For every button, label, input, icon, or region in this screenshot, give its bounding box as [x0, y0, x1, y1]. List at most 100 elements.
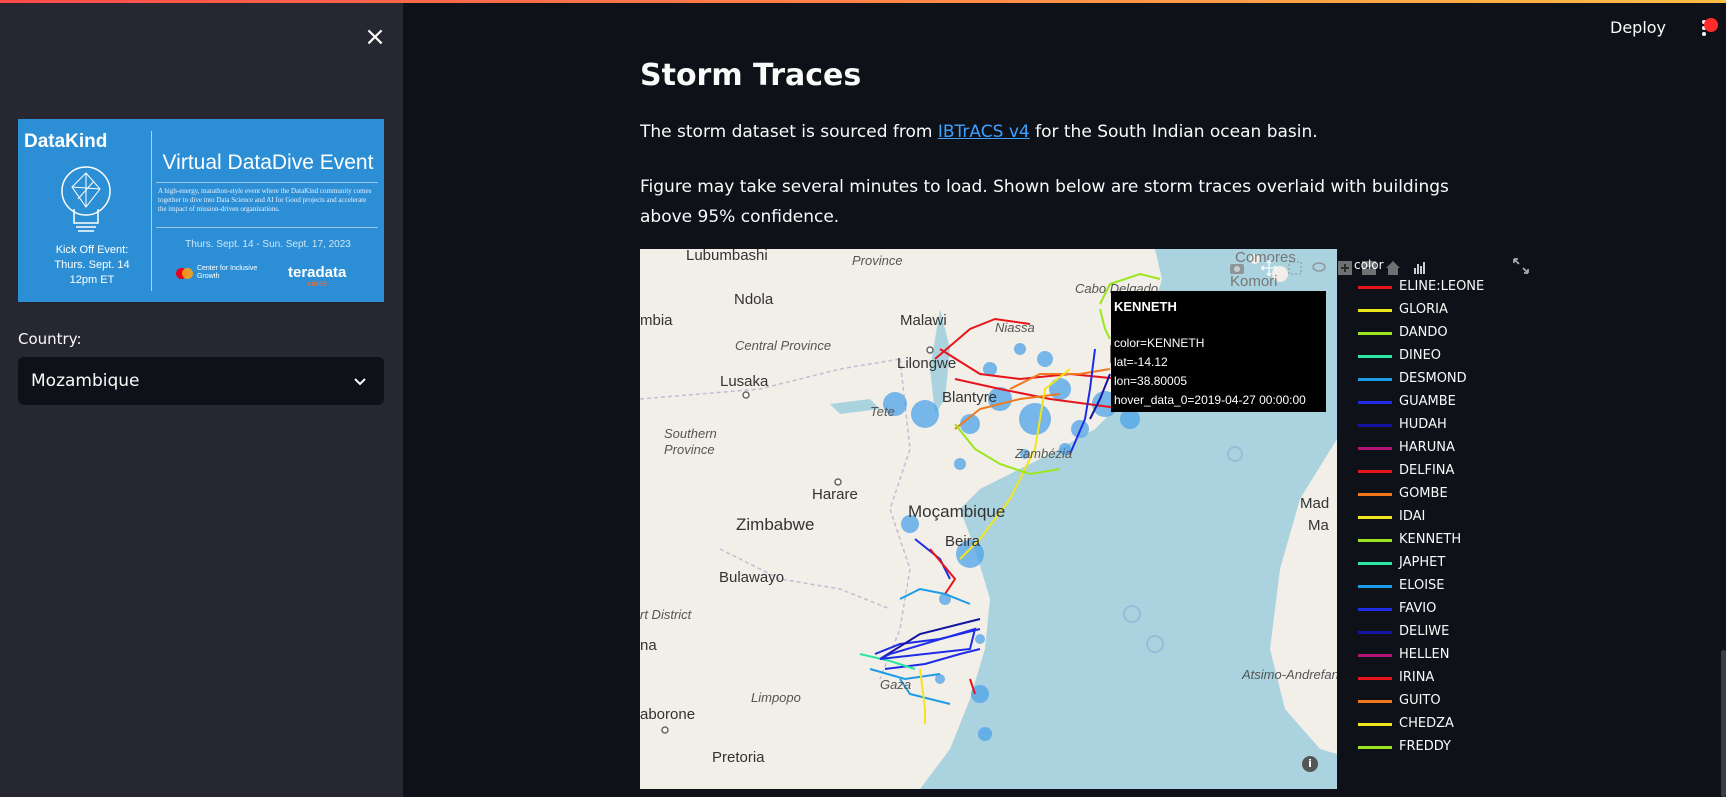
- country-select[interactable]: Mozambique: [18, 357, 384, 405]
- legend-swatch: [1358, 539, 1392, 542]
- place-label: Lubumbashi: [686, 249, 768, 264]
- place-label: Southern: [664, 426, 717, 441]
- legend-swatch: [1358, 493, 1392, 496]
- legend-item[interactable]: GOMBE: [1355, 485, 1515, 505]
- legend-label: DESMOND: [1399, 371, 1467, 386]
- legend-item[interactable]: HELLEN: [1355, 646, 1515, 666]
- legend-item[interactable]: CHEDZA: [1355, 715, 1515, 735]
- legend-item[interactable]: DELIWE: [1355, 623, 1515, 643]
- legend-label: HELLEN: [1399, 647, 1450, 662]
- lasso-select-icon[interactable]: [1311, 260, 1327, 276]
- legend-item[interactable]: JAPHET: [1355, 554, 1515, 574]
- reset-home-icon[interactable]: [1385, 260, 1401, 276]
- place-label: Lilongwe: [897, 355, 957, 372]
- legend-swatch: [1358, 470, 1392, 473]
- legend-label: DINEO: [1399, 348, 1442, 363]
- legend-item[interactable]: GUITO: [1355, 692, 1515, 712]
- legend-item[interactable]: KENNETH: [1355, 531, 1515, 551]
- legend-item[interactable]: GUAMBE: [1355, 393, 1515, 413]
- legend-item[interactable]: ELINE:LEONE: [1355, 278, 1515, 298]
- chevron-down-icon: [354, 378, 366, 386]
- legend-label: IDAI: [1399, 509, 1426, 524]
- place-label: Central Province: [735, 338, 832, 353]
- place-label: Atsimo-Andrefan: [1242, 667, 1337, 682]
- legend-swatch: [1358, 447, 1392, 450]
- place-label: rt District: [640, 607, 692, 622]
- place-label: Lusaka: [720, 373, 769, 390]
- banner-dates: Thurs. Sept. 14 - Sun. Sept. 17, 2023: [185, 239, 351, 250]
- camera-icon[interactable]: [1229, 260, 1245, 276]
- place-label: Tete: [870, 404, 895, 419]
- legend-item[interactable]: DELFINA: [1355, 462, 1515, 482]
- sponsor-teradata-logo: teradata cares: [288, 264, 346, 288]
- sidebar: × DataKind Kick Off Event: Thurs. Sept. …: [0, 3, 403, 797]
- map-attribution-info-icon[interactable]: i: [1302, 756, 1318, 772]
- legend-label: GLORIA: [1399, 302, 1448, 317]
- legend-label: GOMBE: [1399, 486, 1448, 501]
- kickoff-line1: Kick Off Event:: [55, 244, 129, 256]
- sponsor-mastercard-logo: Center for Inclusive Growth: [176, 265, 267, 281]
- legend-item[interactable]: FREDDY: [1355, 738, 1515, 758]
- place-label: na: [640, 637, 657, 654]
- legend-item[interactable]: GLORIA: [1355, 301, 1515, 321]
- legend-item[interactable]: HUDAH: [1355, 416, 1515, 436]
- box-select-icon[interactable]: [1287, 260, 1303, 276]
- sponsor1-label: Center for Inclusive Growth: [196, 265, 258, 280]
- legend-label: JAPHET: [1399, 555, 1446, 570]
- kickoff-line3: 12pm ET: [69, 274, 115, 286]
- place-label: Pretoria: [712, 749, 765, 766]
- plotly-logo-icon[interactable]: [1412, 260, 1428, 276]
- place-label: Niassa: [995, 320, 1035, 335]
- recording-indicator-icon: [1704, 18, 1718, 32]
- legend-swatch: [1358, 401, 1392, 404]
- legend-label: GUAMBE: [1399, 394, 1456, 409]
- page-scrollbar[interactable]: [1721, 650, 1726, 797]
- legend-swatch: [1358, 562, 1392, 565]
- legend-item[interactable]: DESMOND: [1355, 370, 1515, 390]
- banner-rule: [156, 182, 378, 183]
- zoom-in-icon[interactable]: [1337, 260, 1353, 276]
- banner-rule: [156, 227, 378, 228]
- legend-item[interactable]: HARUNA: [1355, 439, 1515, 459]
- place-label: Zimbabwe: [736, 515, 815, 534]
- legend-swatch: [1358, 355, 1392, 358]
- legend-swatch: [1358, 677, 1392, 680]
- legend-label: DELFINA: [1399, 463, 1455, 478]
- legend-item[interactable]: IDAI: [1355, 508, 1515, 528]
- tooltip-title: KENNETH: [1114, 299, 1177, 314]
- fullscreen-icon[interactable]: [1512, 257, 1530, 275]
- legend-item[interactable]: ELOISE: [1355, 577, 1515, 597]
- place-label: Limpopo: [751, 690, 801, 705]
- source-text-after: for the South Indian ocean basin.: [1029, 122, 1318, 142]
- legend-swatch: [1358, 746, 1392, 749]
- legend-label: FAVIO: [1399, 601, 1437, 616]
- legend-swatch: [1358, 309, 1392, 312]
- banner-divider: [151, 131, 152, 291]
- legend-swatch: [1358, 723, 1392, 726]
- place-label: Gaza: [880, 677, 912, 692]
- source-text-before: The storm dataset is sourced from: [640, 122, 938, 142]
- legend-label: CHEDZA: [1399, 716, 1454, 731]
- legend-swatch: [1358, 286, 1392, 289]
- place-label: Blantyre: [942, 389, 998, 406]
- legend-item[interactable]: DANDO: [1355, 324, 1515, 344]
- legend-item[interactable]: FAVIO: [1355, 600, 1515, 620]
- kickoff-text: Kick Off Event: Thurs. Sept. 14 12pm ET: [22, 243, 162, 288]
- tooltip-line: lon=38.80005: [1114, 374, 1188, 388]
- legend-label: ELOISE: [1399, 578, 1445, 593]
- datakind-logo: DataKind: [24, 131, 108, 152]
- ibtracs-link[interactable]: IBTrACS v4: [938, 122, 1030, 142]
- legend-swatch: [1358, 424, 1392, 427]
- deploy-button[interactable]: Deploy: [1610, 18, 1666, 37]
- banner-title: Virtual DataDive Event: [162, 151, 374, 174]
- legend-swatch: [1358, 585, 1392, 588]
- legend-label: KENNETH: [1399, 532, 1462, 547]
- legend-item[interactable]: IRINA: [1355, 669, 1515, 689]
- place-label: mbia: [640, 312, 673, 329]
- close-sidebar-icon[interactable]: ×: [361, 23, 389, 51]
- pan-icon[interactable]: [1261, 260, 1277, 276]
- country-label: Country:: [18, 330, 82, 348]
- legend-item[interactable]: DINEO: [1355, 347, 1515, 367]
- legend-label: DANDO: [1399, 325, 1448, 340]
- legend-label: HARUNA: [1399, 440, 1455, 455]
